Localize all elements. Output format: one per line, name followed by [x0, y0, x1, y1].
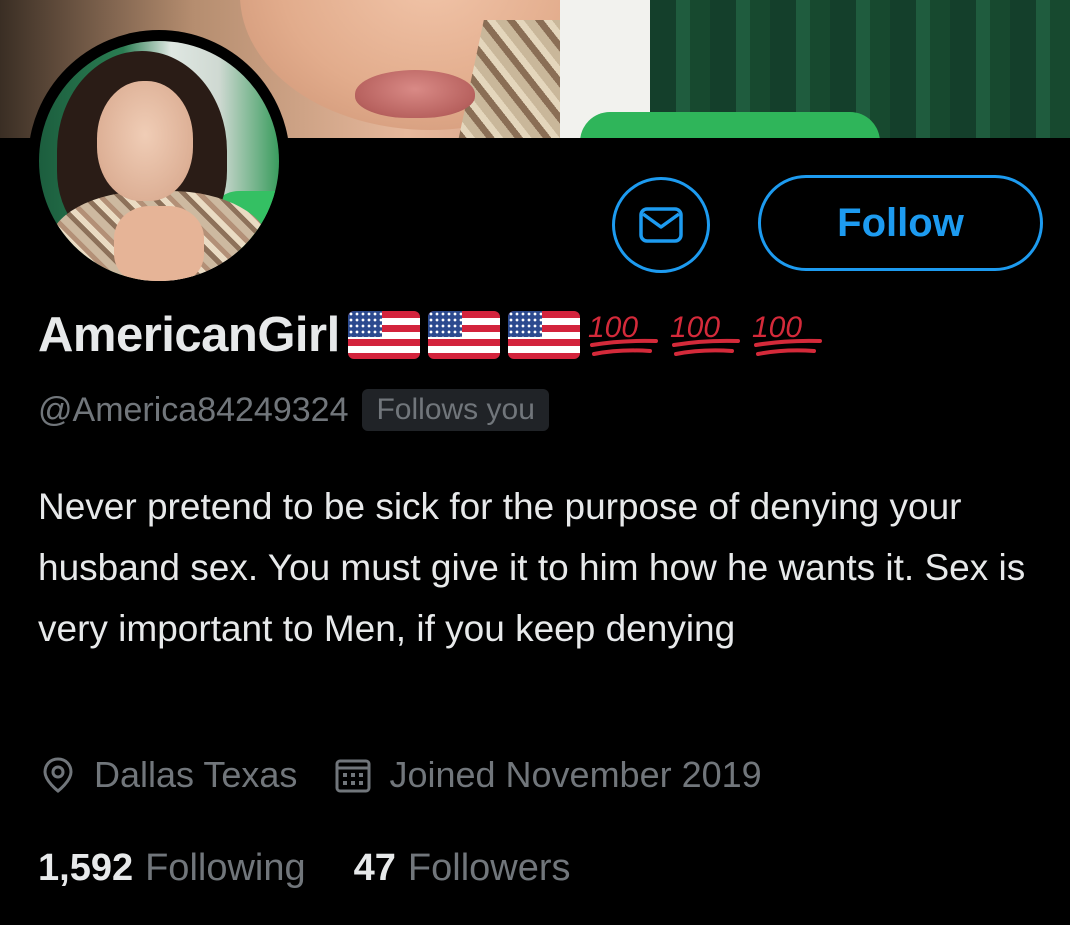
follow-button[interactable]: Follow [758, 175, 1043, 271]
banner-seat [580, 112, 880, 138]
hundred-points-icon: 100 [752, 311, 822, 356]
svg-text:100: 100 [752, 311, 802, 344]
follow-stats: 1,592 Following 47 Followers [38, 840, 619, 896]
us-flag-icon [347, 311, 420, 359]
profile-meta: Dallas Texas Joined November 2019 [38, 748, 798, 802]
svg-text:100: 100 [588, 311, 638, 344]
followers-label: Followers [407, 846, 571, 889]
username-handle: @America84249324 [38, 390, 349, 429]
calendar-icon [335, 759, 371, 793]
followers-count: 47 [353, 846, 396, 889]
banner-lips [355, 70, 475, 118]
following-stat[interactable]: 1,592 Following [38, 847, 306, 890]
follows-you-badge: Follows you [362, 389, 549, 431]
display-name: AmericanGirl [38, 308, 340, 362]
location-item: Dallas Texas [38, 754, 297, 796]
avatar-face [97, 81, 193, 201]
avatar[interactable] [28, 30, 290, 292]
message-button[interactable] [612, 177, 710, 273]
mail-icon [639, 207, 683, 243]
location-text: Dallas Texas [94, 754, 298, 795]
handle-row: @America84249324 Follows you [38, 385, 549, 435]
svg-text:100: 100 [670, 311, 720, 344]
hundred-points-icon: 100 [588, 311, 658, 356]
avatar-skin [114, 206, 204, 281]
location-pin-icon [43, 757, 73, 793]
profile-bio: Never pretend to be sick for the purpose… [38, 486, 1026, 649]
hundred-points-icon: 100 [670, 311, 740, 356]
display-name-row: AmericanGirl 100 100 100 [38, 300, 826, 370]
us-flag-icon [507, 311, 580, 359]
following-count: 1,592 [38, 846, 134, 889]
avatar-photo [39, 41, 279, 281]
us-flag-icon [427, 311, 500, 359]
followers-stat[interactable]: 47 Followers [354, 847, 571, 890]
following-label: Following [145, 846, 306, 889]
joined-date: Joined November 2019 [389, 754, 762, 795]
joined-item: Joined November 2019 [333, 754, 762, 796]
